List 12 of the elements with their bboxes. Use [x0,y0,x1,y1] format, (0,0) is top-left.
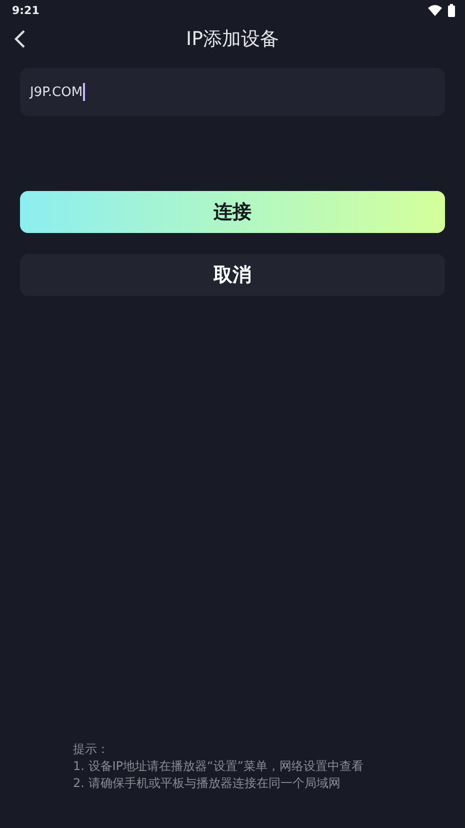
page-title: IP添加设备 [186,27,280,52]
hint-text: 2. 请确保手机或平板与播放器连接在同一个局域网 [73,775,342,792]
connect-button[interactable]: 连接 [20,191,445,233]
wifi-icon [428,4,442,16]
back-icon[interactable] [13,29,27,49]
ip-input-field[interactable]: J9P.COM [20,68,445,116]
hint-text: 1. 设备IP地址请在播放器“设置”菜单，网络设置中查看 [73,758,364,775]
hint-title: 提示： [73,741,110,758]
field-value: J9P.COM [30,84,83,100]
battery-icon [448,4,455,16]
status-time: 9:21 [12,4,40,16]
cancel-button[interactable]: 取消 [20,254,445,296]
